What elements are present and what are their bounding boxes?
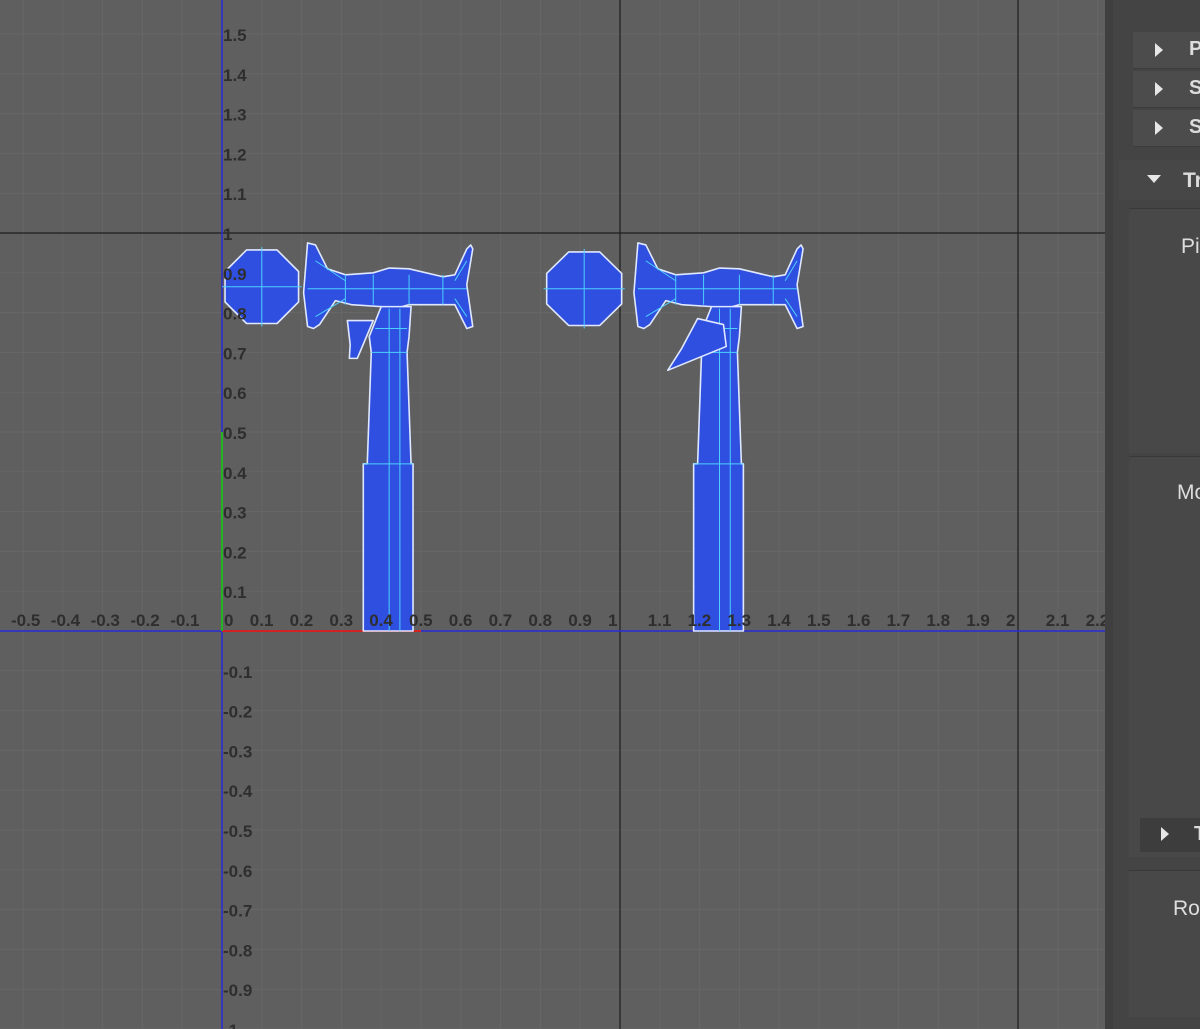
chevron-right-icon [1155, 82, 1163, 96]
u-tick-label: 0.3 [329, 611, 353, 630]
v-tick-label: 1.4 [223, 66, 247, 85]
v-tick-label: 0.2 [223, 543, 247, 562]
v-tick-label: 1 [223, 225, 232, 244]
chevron-down-icon [1147, 175, 1161, 183]
v-tick-label: 1.5 [223, 26, 247, 45]
u-tick-label: -0.3 [91, 611, 120, 630]
u-tick-label: -0.1 [170, 611, 199, 630]
v-tick-label: 0.3 [223, 504, 247, 523]
frame-layout-collapsed[interactable]: S [1133, 110, 1200, 147]
v-tick-label: -0.3 [223, 742, 252, 761]
v-tick-label: 1.2 [223, 145, 247, 164]
uv-shells[interactable] [222, 242, 804, 632]
u-tick-label: 1.7 [887, 611, 911, 630]
u-tick-label: 1.1 [648, 611, 672, 630]
u-tick-label: 2.1 [1046, 611, 1070, 630]
u-tick-label: -0.2 [130, 611, 159, 630]
move-label: Mo [1177, 481, 1200, 504]
uv-tick-labels: -0.6 -0.5 -0.4 -0.3 -0.2 -0.1 0 0.1 0.2 0.3 0.4 0.5… [0, 26, 1105, 1029]
v-tick-label: -0.6 [223, 862, 252, 881]
rotate-label: Ro [1173, 897, 1200, 920]
u-tick-label: 0.2 [290, 611, 314, 630]
chevron-right-icon [1155, 121, 1163, 135]
v-tick-label: -0.4 [223, 782, 253, 801]
v-tick-label: 0.1 [223, 583, 247, 602]
move-group: Mo [1129, 456, 1200, 857]
v-tick-label: 1.3 [223, 106, 247, 125]
u-tick-label: 1.2 [688, 611, 712, 630]
v-tick-label: -0.8 [223, 941, 252, 960]
v-tick-label: 0.8 [223, 305, 247, 324]
rotate-group: Ro [1129, 870, 1200, 1017]
chevron-right-icon [1155, 43, 1163, 57]
u-tick-label: 0.6 [449, 611, 473, 630]
u-tick-label: 1.8 [926, 611, 950, 630]
v-tick-label: 0.6 [223, 384, 247, 403]
uv-shell-hammer-handle [362, 305, 414, 632]
frame-label: T [1194, 823, 1200, 846]
attribute-editor-panel: P S S Tra Pi Mo T Ro [1113, 0, 1200, 1029]
frame-layout-collapsed[interactable]: P [1133, 32, 1200, 69]
v-tick-label: 0.9 [223, 265, 247, 284]
v-tick-label: -0.9 [223, 981, 252, 1000]
frame-label: S [1189, 77, 1200, 100]
frame-subsection-collapsed[interactable]: T [1140, 818, 1200, 852]
u-tick-label: 2 [1006, 611, 1015, 630]
u-tick-label: 1.6 [847, 611, 871, 630]
u-tick-label: 0.4 [369, 611, 393, 630]
v-tick-label: -0.5 [223, 822, 252, 841]
u-tick-label: 0 [224, 611, 233, 630]
frame-transform-expanded[interactable]: Tra [1119, 160, 1200, 200]
uv-editor-viewport[interactable]: -0.6 -0.5 -0.4 -0.3 -0.2 -0.1 0 0.1 0.2 0.3 0.4 0.5… [0, 0, 1105, 1029]
v-tick-label: -0.1 [223, 663, 252, 682]
frame-label: P [1189, 38, 1200, 61]
u-tick-label: 0.1 [250, 611, 274, 630]
v-tick-label: -0.2 [223, 703, 252, 722]
frame-label: S [1189, 116, 1200, 139]
v-tick-label: 0.7 [223, 344, 247, 363]
panel-splitter[interactable] [1105, 0, 1113, 1029]
chevron-right-icon [1161, 827, 1169, 841]
u-tick-label: 1.3 [727, 611, 751, 630]
u-tick-label: -0.5 [11, 611, 40, 630]
u-tick-label: 0.9 [568, 611, 592, 630]
v-tick-label: -1 [223, 1021, 238, 1029]
u-tick-label: 0.5 [409, 611, 433, 630]
v-tick-label: -0.7 [223, 902, 252, 921]
v-tick-label: 0.4 [223, 464, 247, 483]
uv-grid-canvas[interactable]: -0.6 -0.5 -0.4 -0.3 -0.2 -0.1 0 0.1 0.2 0.3 0.4 0.5… [0, 0, 1105, 1029]
u-tick-label: 2.2 [1086, 611, 1105, 630]
frame-layout-collapsed[interactable]: S [1133, 71, 1200, 108]
u-tick-label: 1.4 [767, 611, 791, 630]
pivot-group: Pi [1129, 208, 1200, 453]
uv-axes [0, 0, 1105, 1029]
uv-grid-minor-lines [0, 0, 1105, 1029]
u-tick-label: 0.8 [528, 611, 552, 630]
u-tick-label: 1.5 [807, 611, 831, 630]
uv-grid-major-lines [0, 0, 1105, 1029]
v-tick-label: 1.1 [223, 185, 247, 204]
u-tick-label: 1 [608, 611, 617, 630]
frame-label: Tra [1183, 169, 1200, 192]
v-tick-label: 0.5 [223, 424, 247, 443]
u-tick-label: -0.4 [51, 611, 81, 630]
u-tick-label: 0.7 [489, 611, 513, 630]
u-tick-label: 1.9 [966, 611, 990, 630]
pivot-label: Pi [1181, 235, 1200, 258]
